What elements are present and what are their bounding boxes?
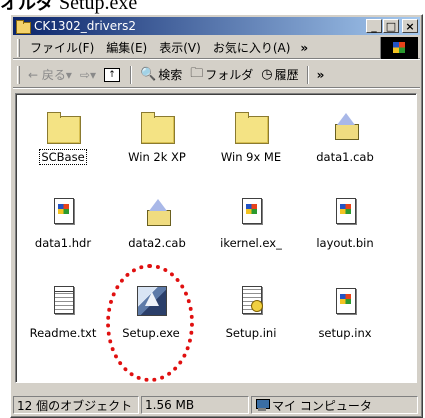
menu-favorites[interactable]: お気に入り(A) — [207, 39, 297, 56]
file-item[interactable]: data2.cab — [118, 192, 196, 250]
file-name: Win 2k XP — [128, 150, 186, 164]
file-name: data1.cab — [316, 150, 374, 164]
file-name: data1.hdr — [34, 236, 92, 250]
search-label: 検索 — [158, 68, 183, 82]
menu-grip[interactable] — [17, 38, 20, 57]
location-label: マイ コンピュータ — [272, 398, 372, 413]
close-button[interactable]: × — [402, 19, 418, 33]
heading-filename: Setup.exe — [59, 0, 138, 14]
folder-icon — [137, 106, 177, 146]
toolbar-separator — [306, 65, 309, 84]
toolbar-more-chevron-icon[interactable]: » — [317, 68, 325, 82]
windows-logo-icon — [380, 37, 418, 59]
folders-icon: 🗀 — [190, 65, 204, 81]
file-name: setup.inx — [318, 326, 372, 340]
computer-icon — [255, 399, 270, 411]
file-name: SCBase — [39, 149, 87, 165]
menu-bar: ファイル(F) 編集(E) 表示(V) お気に入り(A) » — [13, 37, 420, 59]
title-bar[interactable]: CK1302_drivers2 _ □ × — [13, 17, 420, 35]
toolbar-grip[interactable] — [17, 65, 20, 84]
forward-arrow-icon: ⇨ — [79, 67, 90, 82]
file-name: layout.bin — [316, 236, 374, 250]
file-name: data2.cab — [128, 236, 186, 250]
file-item[interactable]: Win 2k XP — [118, 106, 196, 164]
windows-file-icon — [43, 192, 83, 232]
file-item[interactable]: SCBase — [24, 106, 102, 165]
history-label: 履歴 — [274, 68, 299, 82]
folders-button[interactable]: 🗀 フォルダ — [186, 64, 257, 86]
search-icon: 🔍 — [140, 67, 157, 82]
forward-dropdown-icon[interactable]: ▾ — [90, 68, 96, 82]
location-panel: マイ コンピュータ — [251, 396, 418, 414]
explorer-window: CK1302_drivers2 _ □ × ファイル(F) 編集(E) 表示(V… — [10, 14, 423, 418]
ini-file-icon — [231, 282, 271, 322]
maximize-button[interactable]: □ — [383, 19, 399, 33]
file-list-view[interactable]: SCBase Win 2k XP Win 9x ME data1.cab dat… — [15, 93, 417, 383]
file-item[interactable]: data1.cab — [306, 106, 384, 164]
up-button[interactable]: ↑ — [100, 67, 126, 82]
history-icon: ◷ — [261, 67, 273, 82]
status-bar: 12 個のオブジェクト 1.56 MB マイ コンピュータ — [13, 395, 420, 415]
windows-file-icon — [325, 192, 365, 232]
back-dropdown-icon[interactable]: ▾ — [66, 68, 72, 82]
text-file-icon — [43, 282, 83, 322]
menu-edit[interactable]: 編集(E) — [100, 39, 153, 56]
up-folder-icon: ↑ — [104, 67, 120, 82]
history-button[interactable]: ◷ 履歴 — [257, 66, 302, 83]
windows-file-icon — [231, 192, 271, 232]
file-item[interactable]: Readme.txt — [24, 282, 102, 340]
toolbar-separator — [130, 65, 132, 84]
search-button[interactable]: 🔍 検索 — [136, 66, 186, 83]
back-button[interactable]: ← 戻る ▾ — [24, 66, 76, 83]
back-label: ← 戻る — [28, 68, 66, 82]
document-heading: オルダ Setup.exe — [0, 0, 425, 14]
file-item[interactable]: setup.inx — [306, 282, 384, 340]
standard-toolbar: ← 戻る ▾ ⇨ ▾ ↑ 🔍 検索 🗀 フォルダ ◷ 履歴 » — [13, 62, 420, 88]
menu-more-chevron-icon[interactable]: » — [300, 41, 308, 55]
folder-icon — [43, 106, 83, 146]
file-item[interactable]: layout.bin — [306, 192, 384, 250]
windows-file-icon — [325, 282, 365, 322]
folder-icon — [231, 106, 271, 146]
file-name: Readme.txt — [29, 326, 97, 340]
file-name: Setup.ini — [225, 326, 277, 340]
file-name: Win 9x ME — [220, 150, 282, 164]
file-name: ikernel.ex_ — [220, 236, 282, 250]
cabinet-file-icon — [137, 192, 177, 232]
highlight-circle — [106, 264, 194, 382]
file-item[interactable]: ikernel.ex_ — [212, 192, 290, 250]
menu-view[interactable]: 表示(V) — [153, 39, 207, 56]
menu-file[interactable]: ファイル(F) — [24, 39, 100, 56]
minimize-button[interactable]: _ — [366, 19, 382, 33]
total-size: 1.56 MB — [141, 396, 249, 414]
object-count: 12 個のオブジェクト — [13, 396, 139, 414]
file-item[interactable]: data1.hdr — [24, 192, 102, 250]
folders-label: フォルダ — [205, 68, 254, 82]
folder-icon — [15, 19, 31, 34]
heading-prefix: オルダ — [0, 0, 54, 14]
forward-button[interactable]: ⇨ ▾ — [76, 68, 100, 82]
window-title: CK1302_drivers2 — [34, 19, 136, 33]
file-item[interactable]: Setup.ini — [212, 282, 290, 340]
cabinet-file-icon — [325, 106, 365, 146]
file-item[interactable]: Win 9x ME — [212, 106, 290, 164]
